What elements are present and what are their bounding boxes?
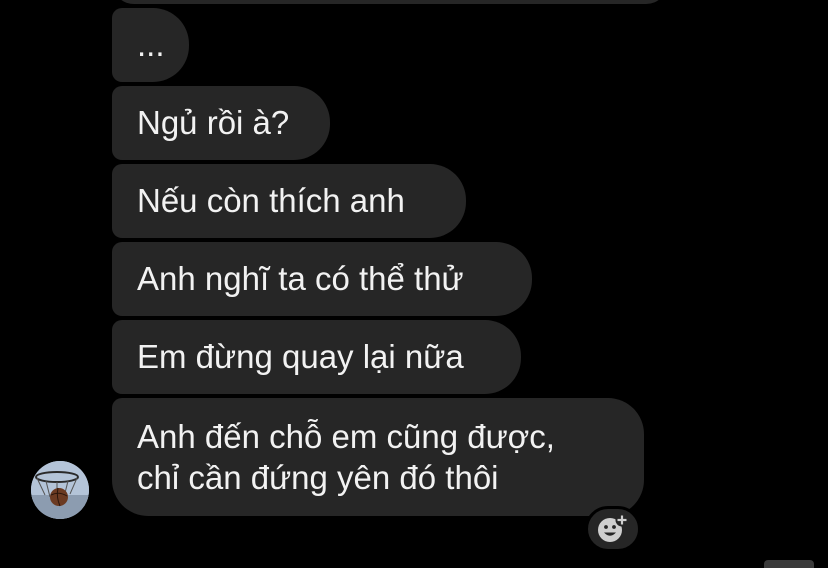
avatar[interactable] — [31, 461, 89, 519]
message-text: ... — [137, 26, 165, 63]
message-text: Nếu còn thích anh — [137, 182, 405, 219]
message-bubble-last[interactable]: Anh đến chỗ em cũng được, chỉ cần đứng y… — [112, 398, 644, 516]
message-bubble[interactable]: Anh nghĩ ta có thể thử — [112, 242, 532, 316]
basketball-hoop-avatar-icon — [31, 461, 89, 519]
input-bar-edge — [764, 560, 814, 568]
message-text-line: chỉ cần đứng yên đó thôi — [137, 459, 499, 496]
message-bubble[interactable]: Em đừng quay lại nữa — [112, 320, 521, 394]
message-text: Em đừng quay lại nữa — [137, 338, 464, 375]
add-reaction-button[interactable] — [585, 506, 641, 552]
message-thread: ... Ngủ rồi à? Nếu còn thích anh Anh ngh… — [0, 0, 828, 568]
message-text: Anh nghĩ ta có thể thử — [137, 260, 464, 297]
message-text-line: Anh đến chỗ em cũng được, — [137, 418, 555, 455]
message-bubble[interactable]: ... — [112, 8, 189, 82]
previous-message-bubble[interactable] — [112, 0, 668, 4]
add-reaction-icon — [598, 513, 629, 542]
message-bubble[interactable]: Nếu còn thích anh — [112, 164, 466, 238]
message-text: Ngủ rồi à? — [137, 104, 290, 141]
message-bubble[interactable]: Ngủ rồi à? — [112, 86, 330, 160]
